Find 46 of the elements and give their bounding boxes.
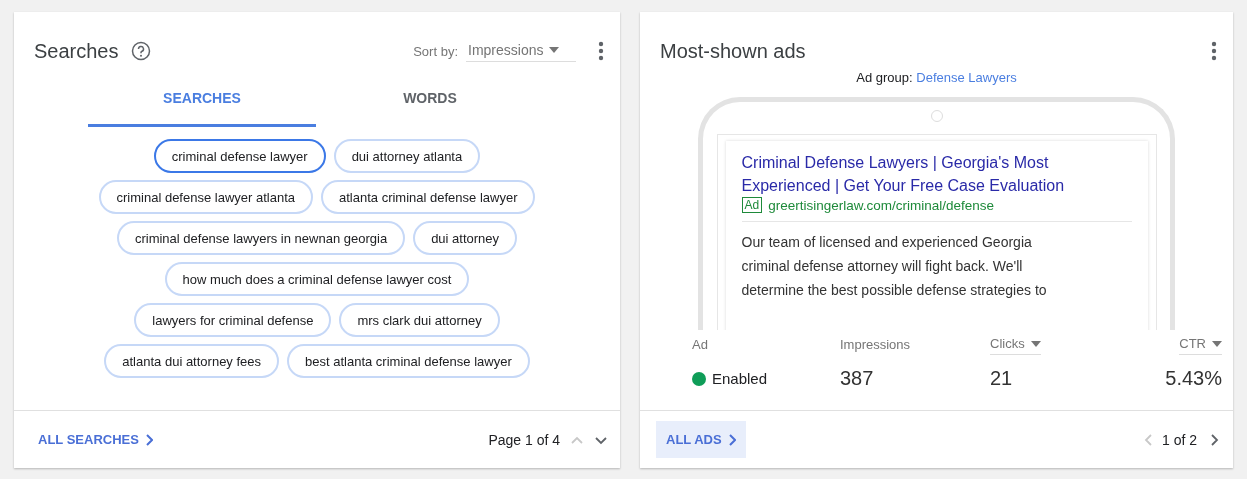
ad-group-link[interactable]: Defense Lawyers: [916, 70, 1017, 85]
search-chip[interactable]: best atlanta criminal defense lawyer: [287, 344, 530, 378]
metric-value: 387: [840, 367, 874, 389]
metric-value: 21: [990, 367, 1013, 389]
ad-headline[interactable]: Criminal Defense Lawyers | Georgia's Most: [741, 151, 1132, 174]
chevron-right-icon: [727, 433, 736, 446]
ad-description: determine the best possible defense strategies to: [741, 281, 1048, 300]
search-chip[interactable]: mrs clark dui attorney: [339, 303, 500, 337]
metric-value: 5.43%: [1165, 367, 1222, 389]
column-header: Ad: [692, 336, 708, 354]
search-chip[interactable]: atlanta criminal defense lawyer: [321, 180, 536, 214]
search-chip[interactable]: criminal defense lawyers in newnan georgia: [116, 221, 406, 255]
help-icon[interactable]: [130, 41, 151, 61]
sort-label: Sort by:: [413, 43, 458, 59]
ad-description: criminal defense attorney will fight back. We'll: [741, 257, 1024, 276]
search-chip[interactable]: how much does a criminal defense lawyer cost: [164, 262, 470, 296]
column-header[interactable]: Clicks: [990, 336, 1041, 355]
all-searches-link[interactable]: ALL SEARCHES: [30, 432, 161, 447]
search-chip[interactable]: dui attorney atlanta: [333, 139, 481, 173]
ad-url: greertisingerlaw.com/criminal/defense: [768, 197, 995, 213]
page-indicator: Page 1 of 4: [488, 431, 560, 448]
caret-icon: [549, 47, 560, 53]
status-text: Enabled: [712, 370, 768, 387]
search-chip[interactable]: lawyers for criminal defense: [134, 303, 332, 337]
ad-headline[interactable]: Experienced | Get Your Free Case Evaluation: [741, 174, 1132, 197]
search-chip[interactable]: criminal defense lawyer atlanta: [98, 180, 313, 214]
card-title: Most-shown ads: [660, 39, 806, 63]
pager-text: 1 of 2: [1161, 431, 1197, 448]
ad-badge: Ad: [741, 197, 763, 213]
column-header: Impressions: [840, 336, 911, 354]
ad-description: Our team of licensed and experienced Georgia: [741, 233, 1033, 252]
sort-dropdown[interactable]: Impressions: [466, 40, 576, 62]
ad-group-text: Ad group: Defense Lawyers: [855, 70, 1018, 85]
chevron-right-icon: [144, 433, 153, 446]
tab[interactable]: WORDS: [316, 78, 544, 127]
all-ads-button[interactable]: ALL ADS: [656, 421, 746, 458]
caret-icon: [1212, 340, 1222, 347]
column-header[interactable]: CTR: [1179, 336, 1222, 355]
card-title: Searches: [34, 39, 119, 63]
caret-icon: [1030, 340, 1041, 347]
more-icon[interactable]: [598, 41, 604, 61]
tab[interactable]: SEARCHES: [88, 78, 316, 127]
search-chip[interactable]: criminal defense lawyer: [153, 139, 326, 173]
search-chip[interactable]: dui attorney: [413, 221, 518, 255]
search-chip[interactable]: atlanta dui attorney fees: [104, 344, 280, 378]
more-icon[interactable]: [1211, 41, 1217, 61]
